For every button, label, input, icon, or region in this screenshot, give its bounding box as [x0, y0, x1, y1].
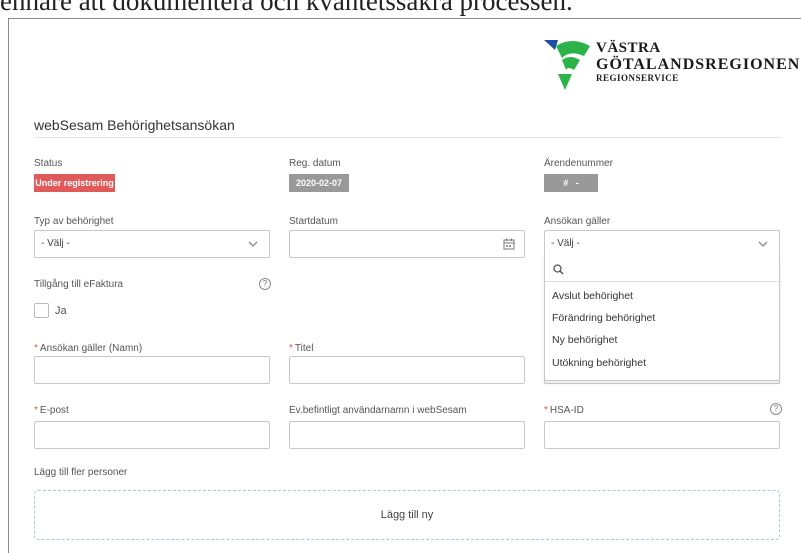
- vgr-logo-icon: [544, 40, 590, 90]
- dropdown-search[interactable]: [545, 258, 781, 282]
- vgr-logo: VÄSTRA GÖTALANDSREGIONEN REGIONSERVICE: [544, 40, 799, 92]
- required-marker: *: [544, 405, 548, 416]
- status-badge: Under registrering: [34, 174, 115, 192]
- hsaid-label-text: HSA-ID: [549, 405, 584, 416]
- typ-label: Typ av behörighet: [34, 216, 114, 227]
- dropdown-option[interactable]: Avslut behörighet: [545, 286, 779, 307]
- namn-label: * Ansökan gäller (Namn): [34, 343, 142, 354]
- help-icon[interactable]: ?: [770, 403, 782, 415]
- namn-input[interactable]: [34, 356, 270, 384]
- chevron-down-icon: [758, 241, 768, 247]
- calendar-icon[interactable]: [503, 238, 515, 250]
- divider: [34, 137, 782, 138]
- arendenummer-label: Ärendenummer: [544, 158, 613, 169]
- help-icon[interactable]: ?: [259, 278, 271, 290]
- add-person-label: Lägg till ny: [380, 509, 434, 521]
- add-person-button[interactable]: Lägg till ny: [34, 490, 780, 540]
- status-label: Status: [34, 158, 63, 169]
- epost-label: * E-post: [34, 405, 69, 416]
- logo-line-2: GÖTALANDSREGIONEN: [596, 56, 801, 73]
- ansokan-dropdown: Avslut behörighet Förändring behörighet …: [544, 255, 781, 381]
- required-marker: *: [34, 343, 38, 354]
- logo-line-1: VÄSTRA: [596, 40, 661, 56]
- typ-select-value: - Välj -: [41, 238, 70, 249]
- titel-input[interactable]: [289, 356, 525, 384]
- epost-label-text: E-post: [39, 405, 69, 416]
- page-title: webSesam Behörighetsansökan: [34, 117, 235, 133]
- efaktura-label: Tillgång till eFaktura: [34, 279, 124, 290]
- titel-label: * Titel: [289, 343, 313, 354]
- chevron-down-icon: [248, 241, 258, 247]
- dropdown-option[interactable]: Förändring behörighet: [545, 308, 779, 329]
- anvandarnamn-input[interactable]: [289, 421, 525, 449]
- efaktura-checkbox[interactable]: [34, 303, 49, 318]
- reg-datum-label: Reg. datum: [289, 158, 341, 169]
- startdatum-label: Startdatum: [289, 216, 338, 227]
- arendenummer-badge: # -: [544, 174, 598, 192]
- ansokan-select-value: - Välj -: [551, 238, 580, 249]
- dropdown-option[interactable]: Utökning behörighet: [545, 353, 779, 374]
- required-marker: *: [289, 343, 293, 354]
- reg-datum-badge: 2020-02-07: [289, 174, 349, 192]
- fler-label: Lägg till fler personer: [34, 467, 128, 478]
- efaktura-checkbox-label: Ja: [55, 305, 67, 317]
- dropdown-option[interactable]: Ny behörighet: [545, 330, 779, 351]
- hsaid-input[interactable]: [544, 421, 780, 449]
- anvandarnamn-label: Ev.befintligt användarnamn i webSesam: [289, 405, 467, 416]
- search-icon: [553, 264, 564, 275]
- namn-label-text: Ansökan gäller (Namn): [39, 343, 143, 354]
- logo-line-3: REGIONSERVICE: [596, 73, 679, 83]
- hsaid-label: * HSA-ID: [544, 405, 584, 416]
- epost-input[interactable]: [34, 421, 270, 449]
- titel-label-text: Titel: [294, 343, 314, 354]
- typ-select[interactable]: - Välj -: [34, 230, 270, 258]
- ansokan-select[interactable]: - Välj -: [544, 230, 780, 258]
- ansokan-label: Ansökan gäller: [544, 216, 611, 227]
- startdatum-input[interactable]: [289, 230, 525, 258]
- required-marker: *: [34, 405, 38, 416]
